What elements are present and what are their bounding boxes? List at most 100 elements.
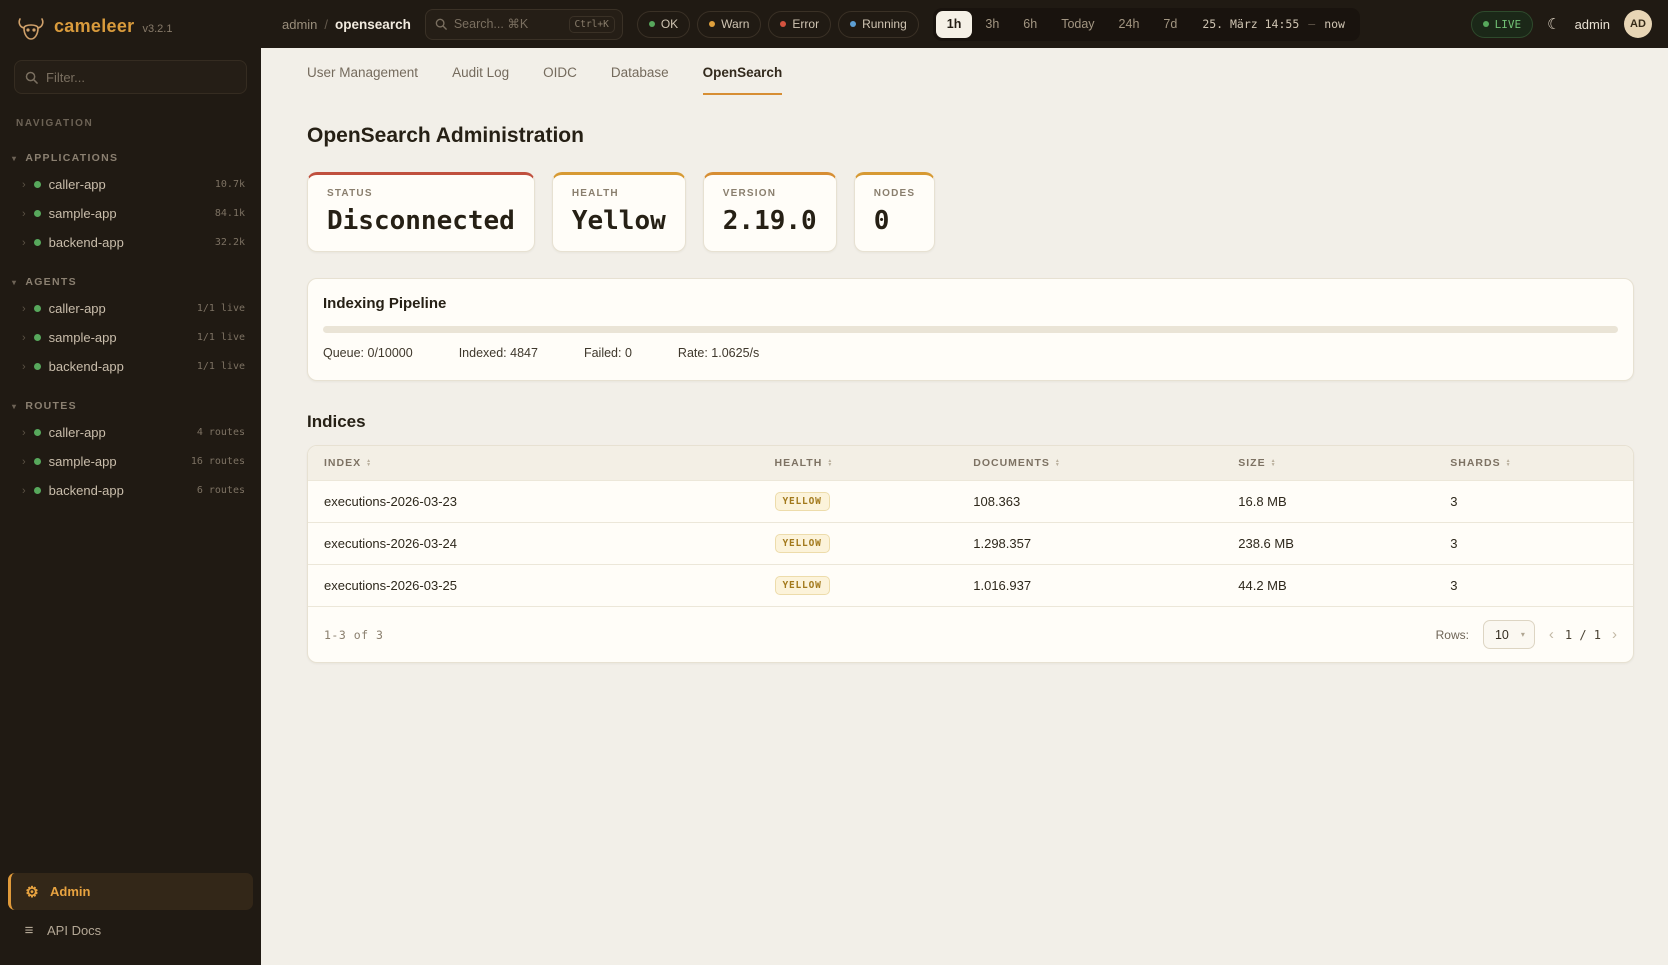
column-header-documents[interactable]: DOCUMENTS▲▼ — [957, 446, 1222, 481]
breadcrumb: admin / opensearch — [282, 17, 411, 32]
date-range[interactable]: 25. März 14:55 — now — [1190, 17, 1357, 31]
item-label: sample-app — [49, 454, 117, 469]
filter-input[interactable] — [46, 70, 236, 85]
sidebar-item-route-caller-app[interactable]: › caller-app 4 routes — [0, 418, 261, 447]
status-dot — [34, 487, 41, 494]
table-row[interactable]: executions-2026-03-23 YELLOW 108.363 16.… — [308, 481, 1633, 523]
pipeline-stat-failed: Failed: 0 — [584, 346, 632, 360]
list-icon: ≡ — [21, 922, 37, 939]
section-label: ROUTES — [25, 400, 77, 412]
ok-dot — [649, 21, 655, 27]
time-range-today[interactable]: Today — [1050, 11, 1105, 38]
sidebar-item-app-sample-app[interactable]: › sample-app 84.1k — [0, 199, 261, 228]
tab-audit-log[interactable]: Audit Log — [452, 65, 509, 95]
search-shortcut-kbd: Ctrl+K — [569, 16, 615, 33]
pipeline-stat-indexed: Indexed: 4847 — [459, 346, 538, 360]
cell-index: executions-2026-03-25 — [308, 565, 759, 607]
sidebar-item-agent-caller-app[interactable]: › caller-app 1/1 live — [0, 294, 261, 323]
gear-icon: ⚙ — [24, 883, 40, 901]
filter-label: Warn — [721, 17, 749, 31]
avatar[interactable]: AD — [1624, 10, 1652, 38]
filter-pill-error[interactable]: Error — [768, 11, 831, 38]
column-header-index[interactable]: INDEX▲▼ — [308, 446, 759, 481]
live-label: LIVE — [1495, 18, 1522, 31]
error-dot — [780, 21, 786, 27]
warn-dot — [709, 21, 715, 27]
sidebar-item-app-backend-app[interactable]: › backend-app 32.2k — [0, 228, 261, 257]
chevron-right-icon: › — [22, 303, 26, 315]
chevron-right-icon: › — [22, 456, 26, 468]
section-header-applications[interactable]: ▾ APPLICATIONS — [0, 145, 261, 170]
section-applications: ▾ APPLICATIONS › caller-app 10.7k › samp… — [0, 145, 261, 257]
pipeline-stat-queue: Queue: 0/10000 — [323, 346, 413, 360]
sidebar-item-route-backend-app[interactable]: › backend-app 6 routes — [0, 476, 261, 505]
chevron-right-icon: › — [22, 332, 26, 344]
sidebar-item-route-sample-app[interactable]: › sample-app 16 routes — [0, 447, 261, 476]
filter-pill-running[interactable]: Running — [838, 11, 919, 38]
tab-user-management[interactable]: User Management — [307, 65, 418, 95]
pagination: ‹ 1 / 1 › — [1549, 626, 1617, 643]
search-input[interactable] — [454, 17, 562, 31]
column-header-health[interactable]: HEALTH▲▼ — [759, 446, 958, 481]
pipeline-title: Indexing Pipeline — [323, 295, 1618, 312]
dark-mode-toggle-moon-icon[interactable]: ☾ — [1547, 15, 1560, 33]
section-header-routes[interactable]: ▾ ROUTES — [0, 393, 261, 418]
date-range-to: now — [1324, 17, 1345, 31]
cameleer-logo-icon — [16, 16, 46, 42]
status-dot — [34, 363, 41, 370]
chevron-right-icon: › — [22, 179, 26, 191]
health-badge: YELLOW — [775, 576, 830, 595]
stat-value: Disconnected — [327, 206, 515, 236]
status-dot — [34, 181, 41, 188]
next-page-button[interactable]: › — [1612, 626, 1617, 643]
sidebar-item-api-docs[interactable]: ≡ API Docs — [8, 912, 253, 949]
topbar-right-cluster: LIVE ☾ admin AD — [1471, 10, 1652, 38]
section-header-agents[interactable]: ▾ AGENTS — [0, 269, 261, 294]
cell-health: YELLOW — [759, 481, 958, 523]
chevron-right-icon: › — [22, 237, 26, 249]
sidebar-item-app-caller-app[interactable]: › caller-app 10.7k — [0, 170, 261, 199]
table-row[interactable]: executions-2026-03-24 YELLOW 1.298.357 2… — [308, 523, 1633, 565]
item-label: backend-app — [49, 235, 124, 250]
pipeline-stats: Queue: 0/10000 Indexed: 4847 Failed: 0 R… — [323, 346, 1618, 360]
time-range-7d[interactable]: 7d — [1152, 11, 1188, 38]
stat-value: 0 — [874, 206, 916, 236]
time-range-3h[interactable]: 3h — [974, 11, 1010, 38]
time-range-24h[interactable]: 24h — [1108, 11, 1151, 38]
table-header-row: INDEX▲▼ HEALTH▲▼ DOCUMENTS▲▼ SIZE▲▼ SHAR… — [308, 446, 1633, 481]
time-range-1h[interactable]: 1h — [936, 11, 973, 38]
time-range-6h[interactable]: 6h — [1012, 11, 1048, 38]
status-dot — [34, 429, 41, 436]
item-label: sample-app — [49, 330, 117, 345]
status-dot — [34, 458, 41, 465]
sidebar-item-agent-sample-app[interactable]: › sample-app 1/1 live — [0, 323, 261, 352]
filter-pill-warn[interactable]: Warn — [697, 11, 761, 38]
logo-version: v3.2.1 — [142, 23, 172, 35]
caret-down-icon: ▾ — [12, 278, 17, 287]
sort-icon: ▲▼ — [827, 459, 833, 467]
filter-pill-ok[interactable]: OK — [637, 11, 690, 38]
stat-card-health: HEALTH Yellow — [552, 172, 686, 252]
running-dot — [850, 21, 856, 27]
sidebar-item-admin[interactable]: ⚙ Admin — [8, 873, 253, 910]
stat-label: STATUS — [327, 188, 515, 199]
search-icon — [25, 71, 38, 84]
table-row[interactable]: executions-2026-03-25 YELLOW 1.016.937 4… — [308, 565, 1633, 607]
column-header-size[interactable]: SIZE▲▼ — [1222, 446, 1434, 481]
live-indicator[interactable]: LIVE — [1471, 11, 1534, 38]
sidebar-item-agent-backend-app[interactable]: › backend-app 1/1 live — [0, 352, 261, 381]
tab-opensearch[interactable]: OpenSearch — [703, 65, 783, 95]
filter-label: OK — [661, 17, 678, 31]
sidebar: cameleer v3.2.1 NAVIGATION ▾ APPLICATION… — [0, 0, 261, 965]
cell-health: YELLOW — [759, 523, 958, 565]
global-search: Ctrl+K — [425, 9, 623, 40]
column-header-shards[interactable]: SHARDS▲▼ — [1434, 446, 1633, 481]
tab-oidc[interactable]: OIDC — [543, 65, 577, 95]
app-root: cameleer v3.2.1 NAVIGATION ▾ APPLICATION… — [0, 0, 1668, 965]
breadcrumb-parent[interactable]: admin — [282, 17, 317, 32]
tab-database[interactable]: Database — [611, 65, 669, 95]
rows-per-page-select[interactable]: 10 ▾ — [1483, 620, 1535, 649]
table-footer: 1-3 of 3 Rows: 10 ▾ ‹ 1 / 1 › — [308, 606, 1633, 662]
prev-page-button[interactable]: ‹ — [1549, 626, 1554, 643]
live-dot — [1483, 21, 1489, 27]
